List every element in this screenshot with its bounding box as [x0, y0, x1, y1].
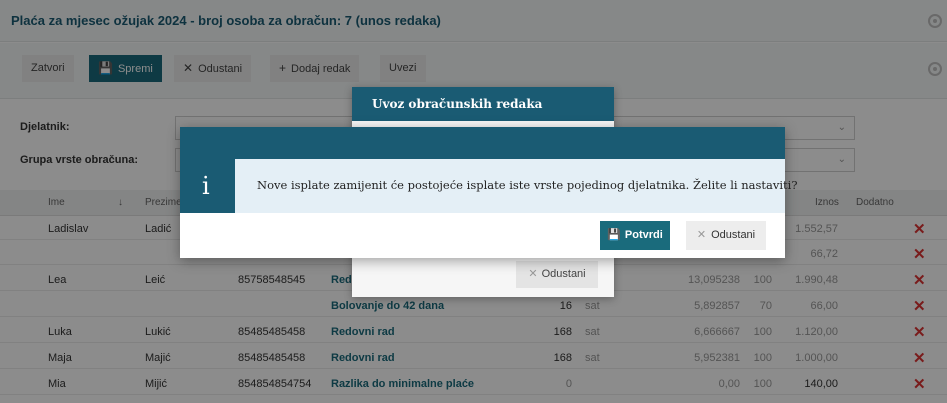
- confirm-dialog-header: [180, 127, 785, 159]
- confirm-dialog: i Nove isplate zamijenit će postojeće is…: [180, 127, 798, 258]
- import-dialog-title: Uvoz obračunskih redaka: [372, 97, 543, 111]
- import-dialog-header: Uvoz obračunskih redaka: [352, 87, 614, 121]
- confirm-button[interactable]: 💾 Potvrdi: [600, 221, 670, 250]
- confirm-cancel-button[interactable]: ✕ Odustani: [686, 221, 766, 250]
- info-icon-box: i: [180, 159, 235, 213]
- confirm-cancel-label: Odustani: [711, 229, 756, 241]
- import-cancel-label: Odustani: [541, 268, 586, 280]
- confirm-button-label: Potvrdi: [624, 229, 663, 241]
- confirm-message: Nove isplate zamijenit će postojeće ispl…: [257, 178, 798, 192]
- import-cancel-button[interactable]: ✕ Odustani: [516, 261, 598, 288]
- close-icon: ✕: [528, 268, 538, 280]
- info-icon: i: [202, 172, 210, 200]
- close-icon: ✕: [696, 229, 707, 241]
- confirm-message-box: Nove isplate zamijenit će postojeće ispl…: [235, 159, 798, 213]
- save-icon: 💾: [607, 229, 621, 241]
- confirm-dialog-footer: 💾 Potvrdi ✕ Odustani: [180, 213, 785, 258]
